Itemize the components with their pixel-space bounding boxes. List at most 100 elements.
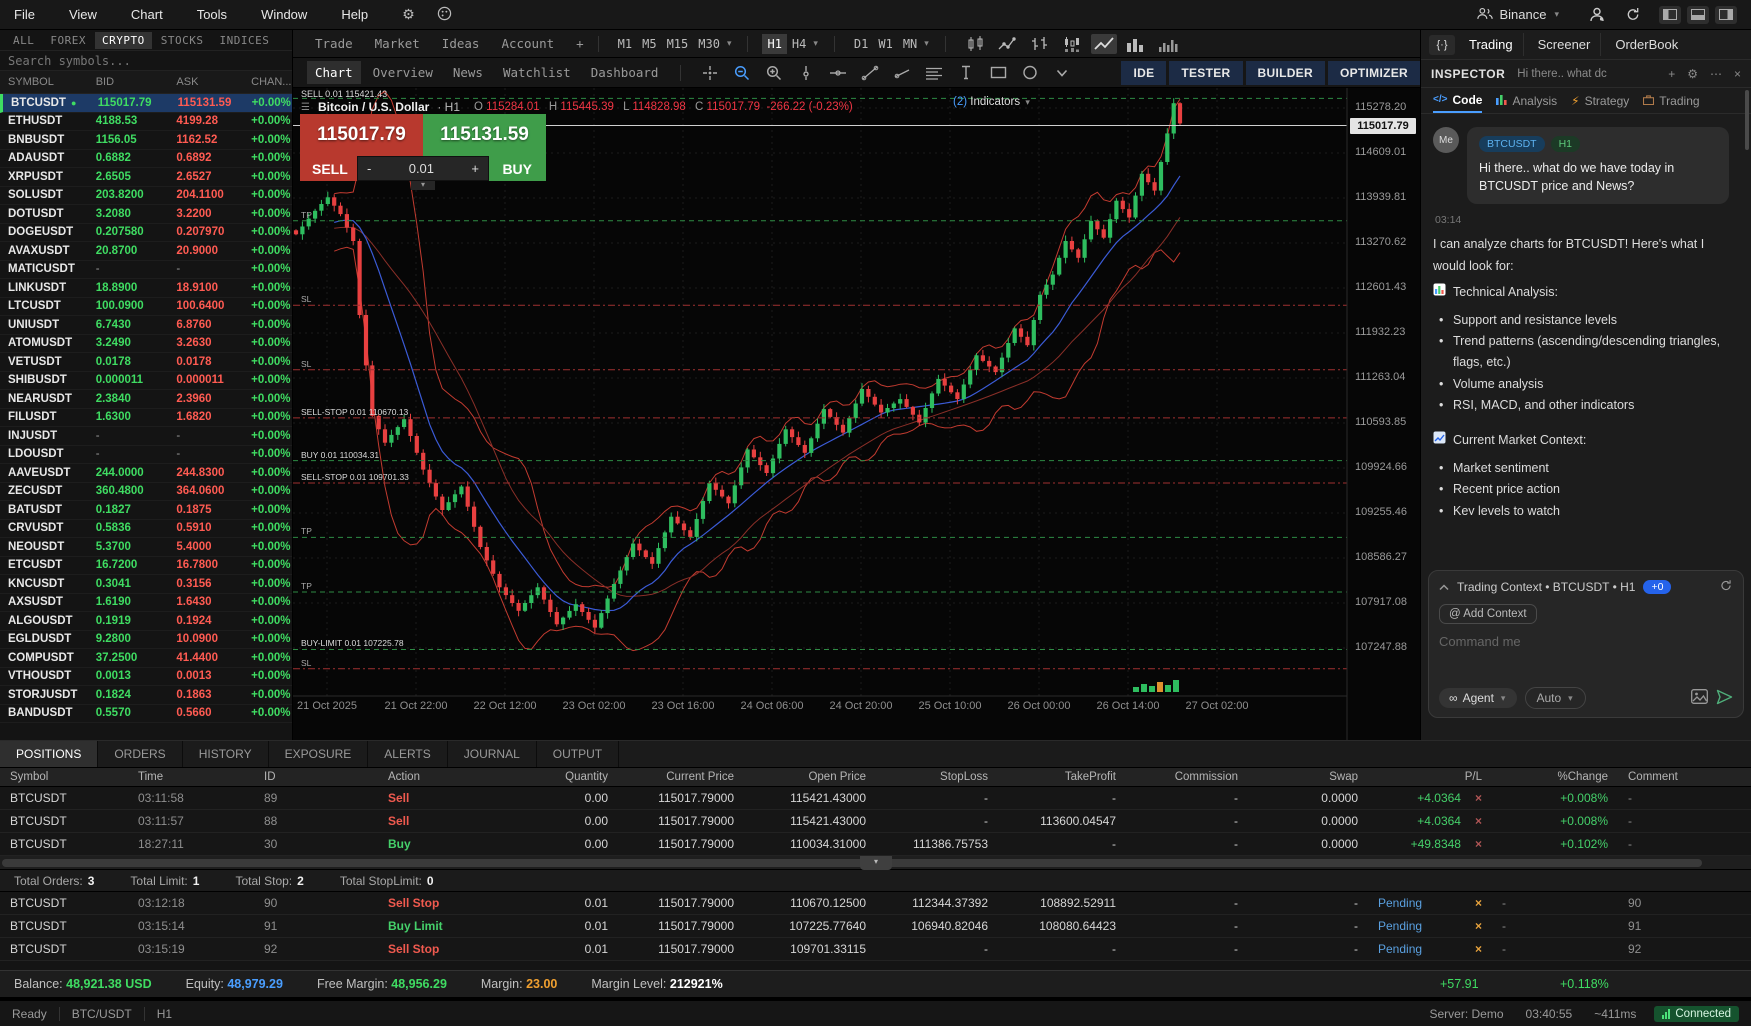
chevron-down-icon[interactable]: ▾: [813, 38, 818, 49]
column-header[interactable]: Current Price: [618, 768, 744, 787]
bars-icon[interactable]: [1027, 34, 1053, 54]
symbol-row[interactable]: DOTUSDT3.20803.2200+0.00%: [0, 205, 292, 224]
refresh-icon[interactable]: [1719, 579, 1733, 595]
timeframe-h4[interactable]: H4: [787, 34, 811, 54]
candlestick-chart-area[interactable]: SELL 0.01 115421.43 ☰ Bitcoin / U.S. Dol…: [293, 88, 1420, 740]
gear-icon[interactable]: ⚙: [1687, 67, 1698, 81]
panel-bracket-icon[interactable]: {·}: [1429, 35, 1455, 55]
symbol-row[interactable]: COMPUSDT37.250041.4400+0.00%: [0, 649, 292, 668]
symbol-row[interactable]: EGLDUSDT9.280010.0900+0.00%: [0, 631, 292, 650]
market-tab-indices[interactable]: INDICES: [213, 32, 277, 49]
horizontal-scrollbar[interactable]: ▾: [0, 856, 1751, 870]
ray-icon[interactable]: [887, 62, 917, 84]
symbol-row[interactable]: BNBUSDT1156.051162.52+0.00%: [0, 131, 292, 150]
position-row[interactable]: BTCUSDT03:11:5889Sell0.00115017.79000115…: [0, 787, 1751, 810]
chart-tab-news[interactable]: News: [445, 61, 491, 84]
symbol-row[interactable]: BANDUSDT0.55700.5660+0.00%: [0, 705, 292, 724]
cancel-order-x[interactable]: ×: [1475, 892, 1482, 914]
zoom-in-icon[interactable]: [759, 62, 789, 84]
send-icon[interactable]: [1716, 689, 1733, 708]
histogram-icon[interactable]: [1155, 34, 1181, 54]
symbol-row[interactable]: AVAXUSDT20.870020.9000+0.00%: [0, 242, 292, 261]
column-header[interactable]: Open Price: [744, 768, 876, 787]
line-dots-icon[interactable]: [995, 34, 1021, 54]
volume-columns-icon[interactable]: [1123, 34, 1149, 54]
theme-palette-icon[interactable]: [437, 6, 452, 24]
auto-model-dropdown[interactable]: Auto▾: [1525, 687, 1585, 709]
column-header[interactable]: %Change: [1492, 768, 1618, 787]
terminal-tab-positions[interactable]: POSITIONS: [0, 741, 98, 767]
symbol-row[interactable]: XRPUSDT2.65052.6527+0.00%: [0, 168, 292, 187]
tab-orderbook[interactable]: OrderBook: [1605, 33, 1688, 56]
menu-help[interactable]: Help: [341, 7, 368, 22]
command-input[interactable]: Command me: [1439, 634, 1733, 649]
position-row[interactable]: BTCUSDT03:11:5788Sell0.00115017.79000115…: [0, 810, 1751, 833]
timeframe-d1[interactable]: D1: [849, 34, 873, 54]
close-position-x[interactable]: ×: [1475, 787, 1482, 809]
menu-window[interactable]: Window: [261, 7, 307, 22]
cancel-order-x[interactable]: ×: [1475, 915, 1482, 937]
column-header[interactable]: Swap: [1248, 768, 1368, 787]
timeframe-h1[interactable]: H1: [762, 34, 786, 54]
chart-tab-watchlist[interactable]: Watchlist: [495, 61, 579, 84]
mode-button-ide[interactable]: IDE: [1121, 61, 1166, 85]
settings-gear-icon[interactable]: ⚙: [402, 6, 415, 23]
symbol-row[interactable]: NEOUSDT5.37005.4000+0.00%: [0, 538, 292, 557]
ellipse-icon[interactable]: [1015, 62, 1045, 84]
terminal-tab-exposure[interactable]: EXPOSURE: [269, 741, 369, 767]
symbol-row[interactable]: ETHUSDT4188.534199.28+0.00%: [0, 113, 292, 132]
trade-menu-ideas[interactable]: Ideas: [442, 36, 480, 51]
add-icon[interactable]: +: [1668, 67, 1675, 81]
symbol-row[interactable]: ZECUSDT360.4800364.0600+0.00%: [0, 483, 292, 502]
horizontal-line-icon[interactable]: [823, 62, 853, 84]
search-symbols-input[interactable]: Search symbols...: [0, 51, 292, 71]
close-position-x[interactable]: ×: [1475, 833, 1482, 855]
sync-icon[interactable]: [1623, 7, 1643, 23]
menu-tools[interactable]: Tools: [197, 7, 227, 22]
candles-volume-icon[interactable]: [1059, 34, 1085, 54]
lines-list-icon[interactable]: [919, 62, 949, 84]
symbol-row[interactable]: FILUSDT1.63001.6820+0.00%: [0, 409, 292, 428]
more-dots-icon[interactable]: ⋯: [1710, 67, 1722, 81]
column-header[interactable]: Quantity: [498, 768, 618, 787]
column-header[interactable]: Action: [378, 768, 498, 787]
symbol-row[interactable]: NEARUSDT2.38402.3960+0.00%: [0, 390, 292, 409]
menu-view[interactable]: View: [69, 7, 97, 22]
symbol-row[interactable]: BATUSDT0.18270.1875+0.00%: [0, 501, 292, 520]
market-tab-all[interactable]: ALL: [6, 32, 41, 49]
tab-screener[interactable]: Screener: [1528, 33, 1602, 56]
mode-button-optimizer[interactable]: OPTIMIZER: [1328, 61, 1420, 85]
cancel-order-x[interactable]: ×: [1475, 938, 1482, 960]
menu-chart[interactable]: Chart: [131, 7, 163, 22]
add-context-button[interactable]: @ Add Context: [1439, 604, 1537, 624]
candles-icon[interactable]: [963, 34, 989, 54]
symbol-row[interactable]: AAVEUSDT244.0000244.8300+0.00%: [0, 464, 292, 483]
subtab-strategy[interactable]: ⚡Strategy: [1571, 88, 1629, 113]
layout-right-panel-icon[interactable]: [1715, 6, 1737, 24]
timeframe-m1[interactable]: M1: [613, 34, 637, 54]
order-row[interactable]: BTCUSDT03:15:1491Buy Limit0.01115017.790…: [0, 915, 1751, 938]
symbol-row[interactable]: DOGEUSDT0.2075800.207970+0.00%: [0, 224, 292, 243]
scrollbar-thumb[interactable]: [2, 859, 1702, 867]
quantity-plus-button[interactable]: +: [471, 161, 479, 176]
sell-price-button[interactable]: 115017.79: [300, 114, 423, 156]
buy-price-button[interactable]: 115131.59: [423, 114, 546, 156]
trade-menu-market[interactable]: Market: [375, 36, 420, 51]
market-tab-crypto[interactable]: CRYPTO: [95, 32, 152, 49]
menu-file[interactable]: File: [14, 7, 35, 22]
market-tab-forex[interactable]: FOREX: [43, 32, 93, 49]
magnet-icon[interactable]: [791, 62, 821, 84]
column-header[interactable]: TakeProfit: [998, 768, 1126, 787]
order-row[interactable]: BTCUSDT03:15:1992Sell Stop0.01115017.790…: [0, 938, 1751, 961]
text-tool-icon[interactable]: [951, 62, 981, 84]
order-row[interactable]: BTCUSDT03:12:1890Sell Stop0.01115017.790…: [0, 892, 1751, 915]
trade-menu-account[interactable]: Account: [501, 36, 554, 51]
terminal-tab-output[interactable]: OUTPUT: [537, 741, 619, 767]
panel-scrollbar[interactable]: [1745, 90, 1749, 150]
symbol-row[interactable]: BTCUSDT●115017.79115131.59+0.00%: [0, 94, 292, 113]
widget-collapse-caret[interactable]: ▾: [411, 181, 435, 190]
timeframe-mn[interactable]: MN: [898, 34, 922, 54]
status-timeframe[interactable]: H1: [157, 1007, 172, 1021]
symbol-row[interactable]: SHIBUSDT0.0000110.000011+0.00%: [0, 372, 292, 391]
mode-button-builder[interactable]: BUILDER: [1246, 61, 1325, 85]
